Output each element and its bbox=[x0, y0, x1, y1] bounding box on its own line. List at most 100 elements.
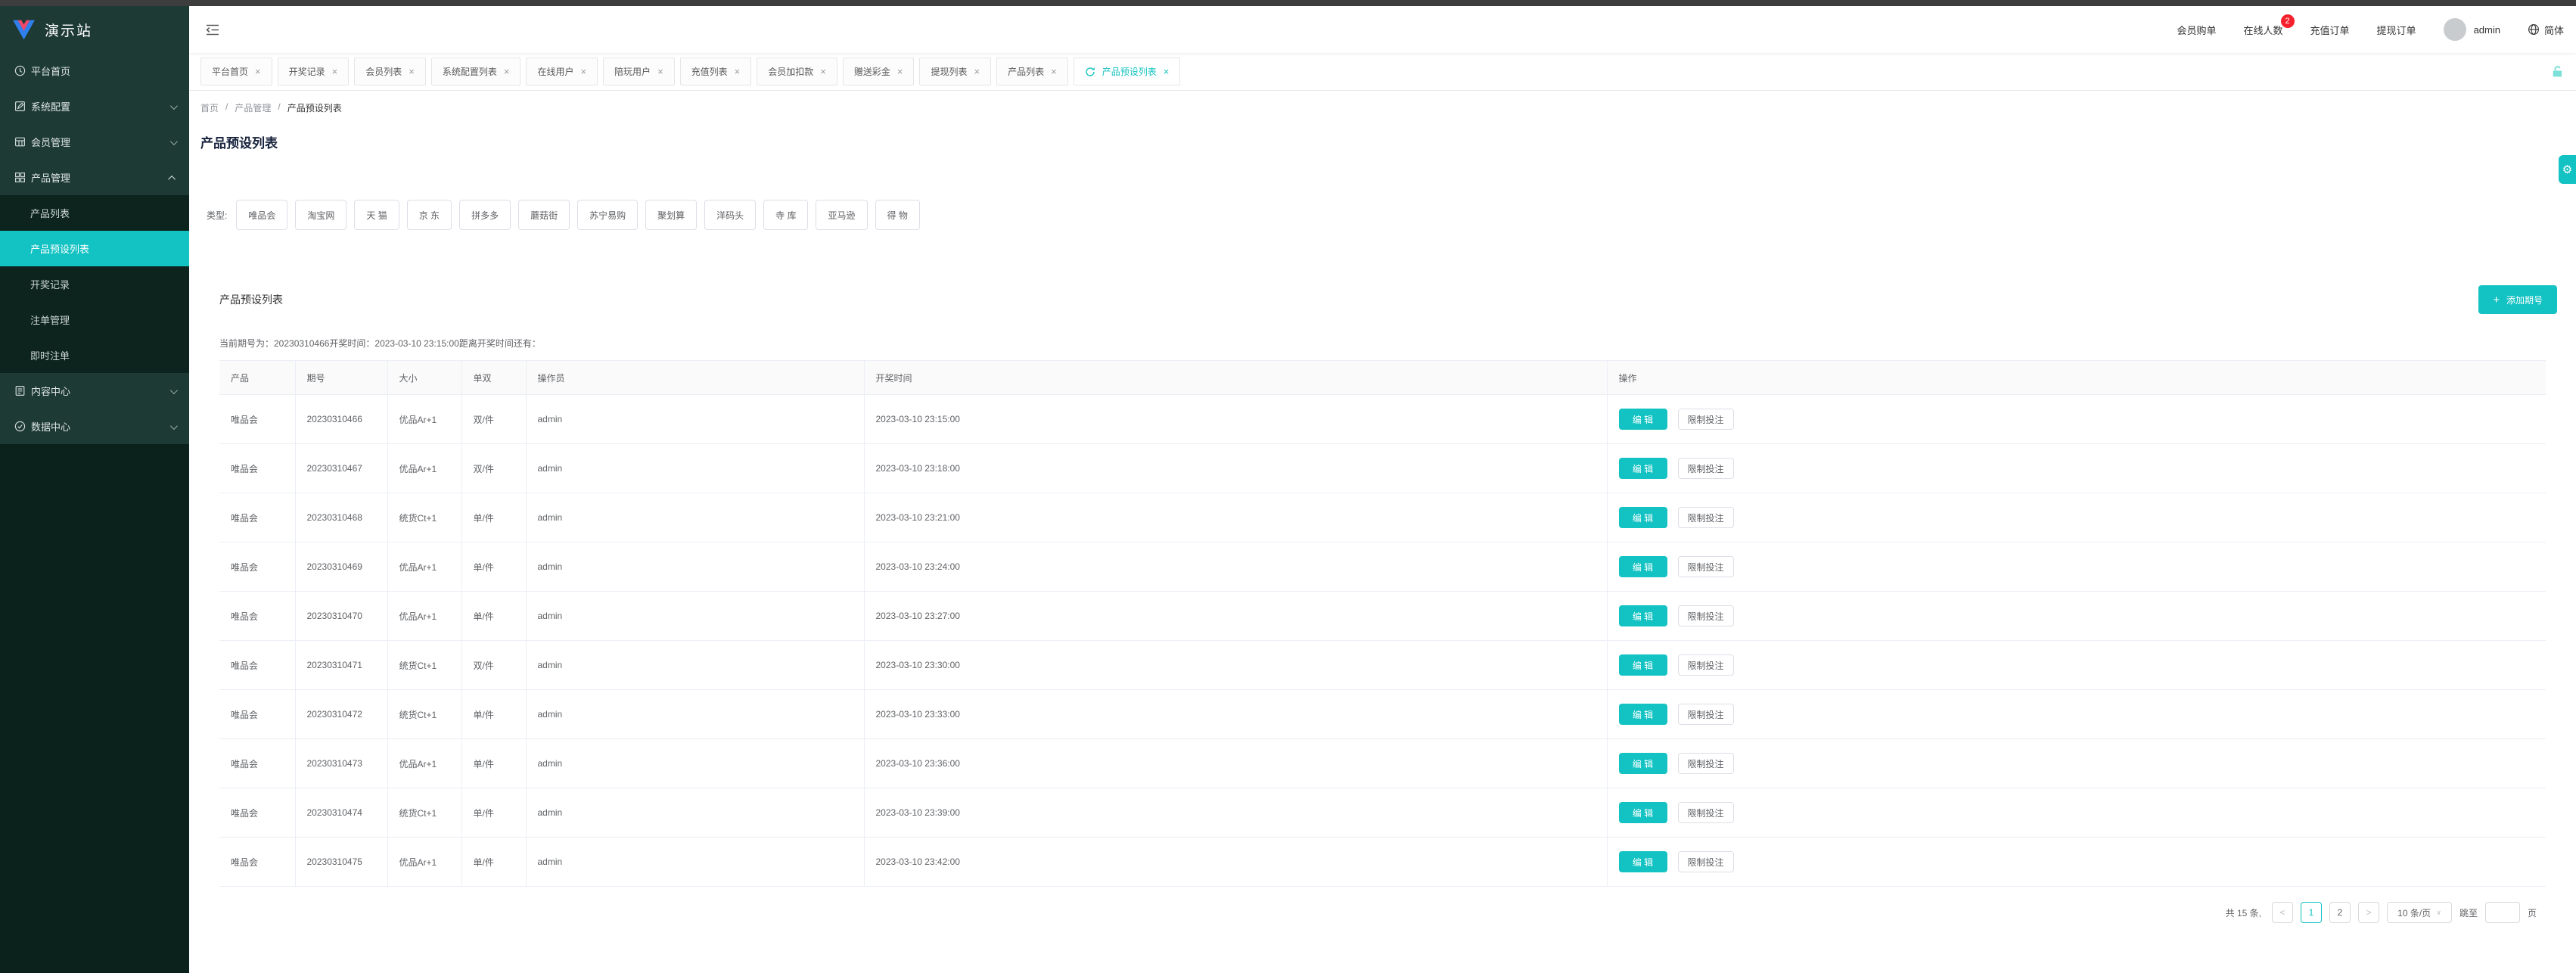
tab-item[interactable]: 陪玩用户 × bbox=[603, 58, 675, 85]
limit-bet-button[interactable]: 限制投注 bbox=[1677, 458, 1734, 479]
tab-item[interactable]: 会员加扣款 × bbox=[757, 58, 837, 85]
grid-icon bbox=[14, 172, 26, 183]
limit-bet-button[interactable]: 限制投注 bbox=[1677, 605, 1734, 626]
filter-option-button[interactable]: 亚马逊 bbox=[816, 200, 868, 230]
tab-label: 产品列表 bbox=[1008, 67, 1045, 77]
filter-option-button[interactable]: 蘑菇街 bbox=[518, 200, 570, 230]
limit-bet-button[interactable]: 限制投注 bbox=[1677, 753, 1734, 774]
user-menu[interactable]: admin bbox=[2443, 18, 2500, 41]
filter-option-button[interactable]: 洋码头 bbox=[704, 200, 757, 230]
header-link[interactable]: 充值订单 bbox=[2310, 23, 2350, 37]
filter-option-button[interactable]: 苏宁易购 bbox=[577, 200, 639, 230]
edit-button[interactable]: 编 辑 bbox=[1618, 409, 1667, 430]
edit-button[interactable]: 编 辑 bbox=[1618, 704, 1667, 725]
filter-option-button[interactable]: 聚划算 bbox=[645, 200, 698, 230]
jump-unit: 页 bbox=[2527, 907, 2537, 919]
close-icon[interactable]: × bbox=[735, 66, 741, 77]
tab-label: 开奖记录 bbox=[288, 67, 325, 77]
cell-issue: 20230310466 bbox=[295, 394, 388, 444]
settings-panel-trigger[interactable]: ⚙ bbox=[2559, 155, 2576, 184]
edit-button[interactable]: 编 辑 bbox=[1618, 654, 1667, 676]
sidebar-item-system-config[interactable]: 系统配置 bbox=[0, 89, 189, 124]
close-icon[interactable]: × bbox=[657, 66, 663, 77]
pagination-next-button[interactable]: > bbox=[2357, 902, 2379, 923]
tab-item[interactable]: 平台首页 × bbox=[200, 58, 272, 85]
filter-option-button[interactable]: 寺 库 bbox=[763, 200, 809, 230]
breadcrumb-home[interactable]: 首页 bbox=[200, 101, 219, 114]
tab-item[interactable]: 会员列表 × bbox=[354, 58, 426, 85]
filter-option-button[interactable]: 得 物 bbox=[875, 200, 920, 230]
header-link[interactable]: 在线人数 2 bbox=[2244, 14, 2295, 37]
close-icon[interactable]: × bbox=[820, 66, 826, 77]
filter-option-button[interactable]: 京 东 bbox=[406, 200, 452, 230]
jump-page-input[interactable] bbox=[2484, 902, 2520, 923]
tab-label: 充值列表 bbox=[691, 67, 728, 77]
close-icon[interactable]: × bbox=[332, 66, 338, 77]
pagination-prev-button[interactable]: < bbox=[2271, 902, 2293, 923]
close-icon[interactable]: × bbox=[974, 66, 980, 77]
sidebar-item-member-manage[interactable]: 会员管理 bbox=[0, 124, 189, 160]
close-icon[interactable]: × bbox=[580, 66, 586, 77]
edit-button[interactable]: 编 辑 bbox=[1618, 556, 1667, 577]
tab-item[interactable]: 提现列表 × bbox=[919, 58, 992, 85]
tab-item[interactable]: 产品预设列表 × bbox=[1073, 58, 1181, 85]
sidebar-item-data-center[interactable]: 数据中心 bbox=[0, 409, 189, 444]
sidebar-subitem-product-list[interactable]: 产品列表 bbox=[0, 195, 189, 231]
close-icon[interactable]: × bbox=[409, 66, 415, 77]
cell-product: 唯品会 bbox=[219, 788, 296, 838]
cell-product: 唯品会 bbox=[219, 837, 296, 887]
edit-button[interactable]: 编 辑 bbox=[1618, 507, 1667, 528]
sidebar-subitem-bet-manage[interactable]: 注单管理 bbox=[0, 302, 189, 337]
limit-bet-button[interactable]: 限制投注 bbox=[1677, 507, 1734, 528]
page-size-select[interactable]: 10 条/页 ∨ bbox=[2386, 902, 2452, 923]
tab-item[interactable]: 充值列表 × bbox=[679, 58, 752, 85]
close-icon[interactable]: × bbox=[255, 66, 261, 77]
tab-item[interactable]: 开奖记录 × bbox=[277, 58, 350, 85]
column-header: 单双 bbox=[461, 360, 527, 395]
add-issue-button[interactable]: + 添加期号 bbox=[2478, 285, 2557, 314]
pagination-page-button[interactable]: 2 bbox=[2329, 902, 2351, 923]
filter-option-button[interactable]: 天 猫 bbox=[354, 200, 399, 230]
edit-button[interactable]: 编 辑 bbox=[1618, 851, 1667, 872]
limit-bet-button[interactable]: 限制投注 bbox=[1677, 654, 1734, 676]
edit-button[interactable]: 编 辑 bbox=[1618, 458, 1667, 479]
sidebar-subitem-live-bets[interactable]: 即时注单 bbox=[0, 337, 189, 373]
tab-item[interactable]: 产品列表 × bbox=[996, 58, 1068, 85]
edit-button[interactable]: 编 辑 bbox=[1618, 802, 1667, 823]
close-icon[interactable]: × bbox=[897, 66, 903, 77]
limit-bet-button[interactable]: 限制投注 bbox=[1677, 851, 1734, 872]
preset-table: 产品 期号 大小 单双 操作员 开奖时间 操作 唯品会 20230310466 优品Ar+1 双/… bbox=[219, 360, 2546, 887]
tab-item[interactable]: 在线用户 × bbox=[526, 58, 598, 85]
breadcrumb-product-manage[interactable]: 产品管理 bbox=[235, 101, 271, 114]
close-icon[interactable]: × bbox=[1164, 66, 1170, 77]
edit-button[interactable]: 编 辑 bbox=[1618, 753, 1667, 774]
limit-bet-button[interactable]: 限制投注 bbox=[1677, 556, 1734, 577]
sidebar-item-home[interactable]: 平台首页 bbox=[0, 53, 189, 89]
filter-option-button[interactable]: 拼多多 bbox=[459, 200, 511, 230]
limit-bet-button[interactable]: 限制投注 bbox=[1677, 409, 1734, 430]
sidebar-subitem-product-preset-list[interactable]: 产品预设列表 bbox=[0, 231, 189, 266]
filter-option-button[interactable]: 淘宝网 bbox=[295, 200, 347, 230]
sidebar-subitem-draw-records[interactable]: 开奖记录 bbox=[0, 266, 189, 302]
cell-size: 统货Ct+1 bbox=[387, 788, 462, 838]
header-link[interactable]: 会员购单 bbox=[2177, 23, 2217, 37]
filter-option-button[interactable]: 唯品会 bbox=[236, 200, 288, 230]
cell-actions: 编 辑限制投注 bbox=[1607, 640, 2546, 690]
logo[interactable]: 演示站 bbox=[0, 6, 189, 53]
cell-product: 唯品会 bbox=[219, 689, 296, 739]
tab-item[interactable]: 赠送彩金 × bbox=[842, 58, 915, 85]
language-switcher[interactable]: 简体 bbox=[2528, 23, 2564, 37]
tab-item[interactable]: 系统配置列表 × bbox=[430, 58, 521, 85]
pagination-page-button[interactable]: 1 bbox=[2300, 902, 2322, 923]
header-link[interactable]: 提现订单 bbox=[2377, 23, 2416, 37]
pagination-pages: 12 bbox=[2300, 902, 2351, 923]
close-icon[interactable]: × bbox=[1051, 66, 1057, 77]
edit-button[interactable]: 编 辑 bbox=[1618, 605, 1667, 626]
sidebar-item-content-center[interactable]: 内容中心 bbox=[0, 373, 189, 409]
collapse-sidebar-icon[interactable] bbox=[206, 24, 219, 36]
unlock-icon[interactable] bbox=[2551, 65, 2564, 78]
close-icon[interactable]: × bbox=[504, 66, 510, 77]
limit-bet-button[interactable]: 限制投注 bbox=[1677, 802, 1734, 823]
sidebar-item-product-manage[interactable]: 产品管理 bbox=[0, 160, 189, 195]
limit-bet-button[interactable]: 限制投注 bbox=[1677, 704, 1734, 725]
